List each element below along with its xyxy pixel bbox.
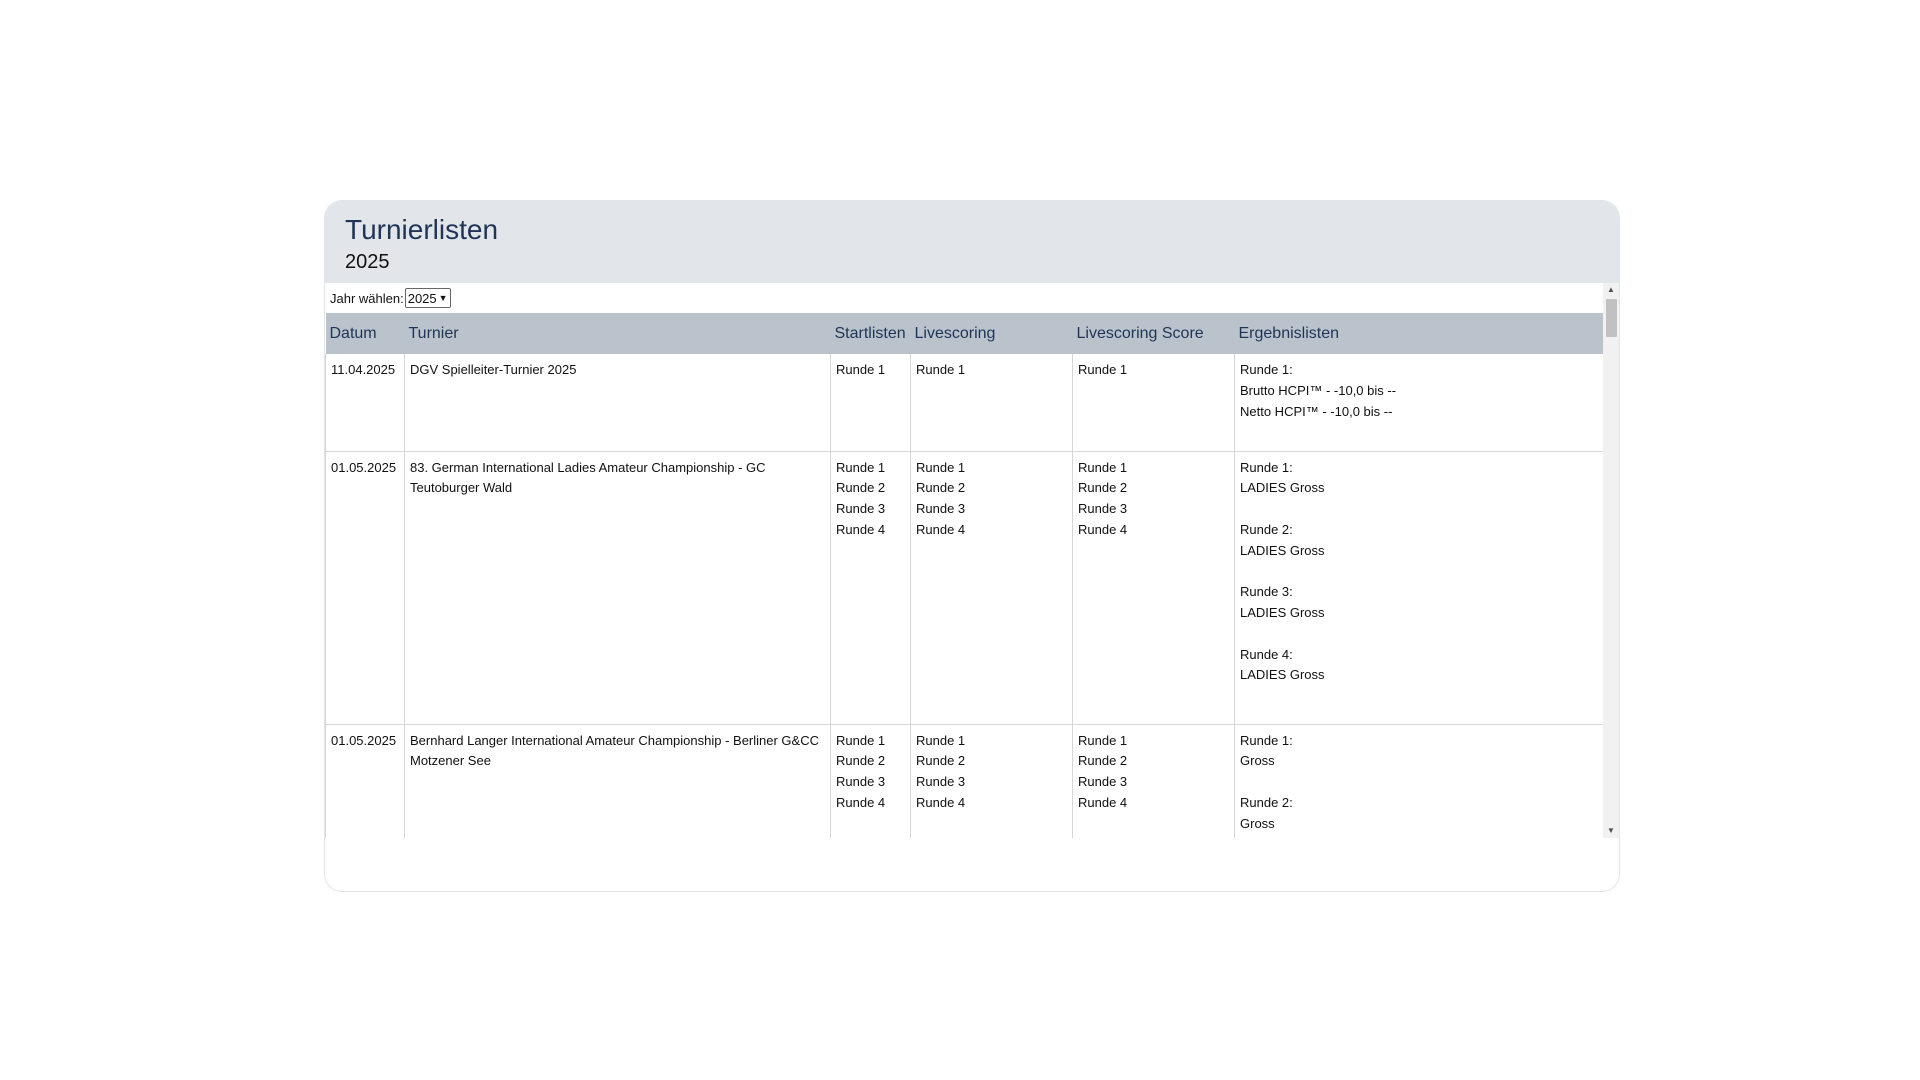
livescoring-link[interactable]: Runde 2: [916, 478, 1067, 499]
livescoring-score-link[interactable]: Runde 2: [1078, 478, 1229, 499]
chevron-down-icon: ▼: [438, 293, 448, 303]
table-header-row: Datum Turnier Startlisten Livescoring Li…: [325, 313, 1604, 354]
tournament-date: 11.04.2025: [331, 362, 396, 377]
cell-datum: 01.05.2025: [325, 723, 405, 838]
startlisten-link[interactable]: Runde 4: [836, 793, 905, 814]
chevron-down-icon[interactable]: ▼: [1603, 824, 1619, 838]
cell-startlisten: Runde 1 Runde 2 Runde 3 Runde 4: [830, 450, 911, 725]
livescoring-score-link[interactable]: Runde 2: [1078, 751, 1229, 772]
result-list-link: [1240, 834, 1598, 838]
vertical-scrollbar[interactable]: ▲ ▼: [1603, 283, 1619, 838]
year-select-value: 2025: [407, 290, 437, 306]
cell-livescoring-score: Runde 1 Runde 2 Runde 3 Runde 4: [1072, 723, 1235, 838]
cell-turnier: DGV Spielleiter-Turnier 2025: [404, 354, 831, 452]
result-list-link[interactable]: LADIES Gross: [1240, 541, 1598, 562]
table-row: 11.04.2025 DGV Spielleiter-Turnier 2025 Ru…: [325, 354, 1604, 452]
startlisten-link[interactable]: Runde 4: [836, 520, 905, 541]
tournament-name: DGV Spielleiter-Turnier 2025: [410, 362, 577, 377]
cell-ergebnislisten: Runde 1: LADIES Gross Runde 2: LADIES Gross…: [1234, 450, 1604, 725]
cell-startlisten: Runde 1: [830, 354, 911, 452]
table-row: 01.05.2025 83. German International Ladie…: [325, 450, 1604, 725]
result-list-link[interactable]: Gross: [1240, 751, 1598, 772]
tournament-date: 01.05.2025: [331, 459, 397, 475]
tournament-list-content: Jahr wählen: 2025 ▼ Datum Turnier Startl…: [325, 283, 1604, 838]
result-list-link: [1240, 772, 1598, 793]
startlisten-link[interactable]: Runde 1: [836, 731, 905, 752]
cell-livescoring: Runde 1 Runde 2 Runde 3 Runde 4: [910, 450, 1073, 725]
cell-livescoring: Runde 1: [910, 354, 1073, 452]
cell-turnier: 83. German International Ladies Amateur …: [404, 450, 831, 725]
livescoring-score-link[interactable]: Runde 4: [1078, 520, 1229, 541]
livescoring-link[interactable]: Runde 4: [916, 793, 1067, 814]
livescoring-score-link[interactable]: Runde 1: [1078, 731, 1229, 752]
cell-livescoring-score: Runde 1: [1072, 354, 1235, 452]
livescoring-score-link[interactable]: Runde 4: [1078, 793, 1229, 814]
result-list-link: [1240, 499, 1598, 520]
cell-datum: 11.04.2025: [325, 354, 405, 452]
panel-header: Turnierlisten 2025: [325, 201, 1619, 283]
result-round-label: Runde 3:: [1240, 584, 1293, 600]
table-body: 11.04.2025 DGV Spielleiter-Turnier 2025 Ru…: [325, 354, 1604, 838]
livescoring-score-link[interactable]: Runde 1: [1078, 360, 1229, 381]
livescoring-link[interactable]: Runde 1: [916, 458, 1067, 479]
result-list-link[interactable]: LADIES Gross: [1240, 665, 1598, 686]
livescoring-score-link[interactable]: Runde 1: [1078, 458, 1229, 479]
result-round-label: Runde 2:: [1240, 521, 1293, 537]
tournament-table: Datum Turnier Startlisten Livescoring Li…: [325, 313, 1604, 838]
page-year: 2025: [345, 251, 390, 273]
startlisten-link[interactable]: Runde 2: [836, 478, 905, 499]
scrollbar-thumb[interactable]: [1606, 299, 1617, 337]
result-list-link[interactable]: Brutto HCPI™ - -10,0 bis --: [1240, 381, 1598, 402]
chevron-up-icon[interactable]: ▲: [1603, 283, 1619, 297]
cell-startlisten: Runde 1 Runde 2 Runde 3 Runde 4: [830, 723, 911, 838]
livescoring-score-link[interactable]: Runde 3: [1078, 772, 1229, 793]
column-header-ergebnislisten: Ergebnislisten: [1238, 324, 1340, 342]
cell-datum: 01.05.2025: [325, 450, 405, 725]
tournament-list-scroll-area[interactable]: Jahr wählen: 2025 ▼ Datum Turnier Startl…: [325, 283, 1619, 838]
result-round-label: Runde 1:: [1240, 732, 1293, 748]
column-header-livescoring-score: Livescoring Score: [1076, 324, 1204, 342]
cell-ergebnislisten: Runde 1:GrossRunde 2:GrossRunde 3:GrossR…: [1234, 723, 1604, 838]
livescoring-link[interactable]: Runde 4: [916, 520, 1067, 541]
livescoring-link[interactable]: Runde 1: [916, 731, 1067, 752]
year-selector-row: Jahr wählen: 2025 ▼: [325, 283, 1603, 313]
livescoring-link[interactable]: Runde 3: [916, 499, 1067, 520]
column-header-livescoring: Livescoring: [914, 324, 996, 342]
livescoring-link[interactable]: Runde 3: [916, 772, 1067, 793]
column-header-datum: Datum: [329, 324, 377, 342]
result-list-link[interactable]: Gross: [1240, 814, 1598, 835]
result-list-link[interactable]: LADIES Gross: [1240, 603, 1598, 624]
result-round-label: Runde 1:: [1240, 362, 1293, 377]
year-select[interactable]: 2025 ▼: [404, 288, 451, 308]
startlisten-link[interactable]: Runde 3: [836, 772, 905, 793]
result-round-label: Runde 4:: [1240, 646, 1293, 662]
cell-livescoring: Runde 1 Runde 2 Runde 3 Runde 4: [910, 723, 1073, 838]
result-round-label: Runde 1:: [1240, 459, 1293, 475]
startlisten-link[interactable]: Runde 1: [836, 360, 905, 381]
tournament-name: Bernhard Langer International Amateur Ch…: [410, 732, 819, 769]
table-row: 01.05.2025 Bernhard Langer International …: [325, 723, 1604, 838]
result-list-link[interactable]: LADIES Gross: [1240, 478, 1598, 499]
startlisten-link[interactable]: Runde 3: [836, 499, 905, 520]
cell-livescoring-score: Runde 1 Runde 2 Runde 3 Runde 4: [1072, 450, 1235, 725]
column-header-startlisten: Startlisten: [834, 324, 906, 342]
startlisten-link[interactable]: Runde 1: [836, 458, 905, 479]
result-list-link[interactable]: Netto HCPI™ - -10,0 bis --: [1240, 402, 1598, 423]
year-selector-label: Jahr wählen:: [330, 290, 404, 306]
result-list-link: [1240, 624, 1598, 645]
tournament-date: 01.05.2025: [331, 732, 397, 748]
startlisten-link[interactable]: Runde 2: [836, 751, 905, 772]
cell-ergebnislisten: Runde 1: Brutto HCPI™ - -10,0 bis -- Netto…: [1234, 354, 1604, 452]
page-title: Turnierlisten: [345, 214, 499, 245]
cell-turnier: Bernhard Langer International Amateur Ch…: [404, 723, 831, 838]
livescoring-score-link[interactable]: Runde 3: [1078, 499, 1229, 520]
livescoring-link[interactable]: Runde 1: [916, 360, 1067, 381]
result-round-label: Runde 2:: [1240, 794, 1293, 810]
livescoring-link[interactable]: Runde 2: [916, 751, 1067, 772]
column-header-turnier: Turnier: [408, 324, 459, 342]
turnierlisten-panel: Turnierlisten 2025 Jahr wählen: 2025 ▼ D…: [324, 200, 1620, 892]
result-list-link: [1240, 561, 1598, 582]
tournament-name: 83. German International Ladies Amateur …: [410, 459, 766, 496]
